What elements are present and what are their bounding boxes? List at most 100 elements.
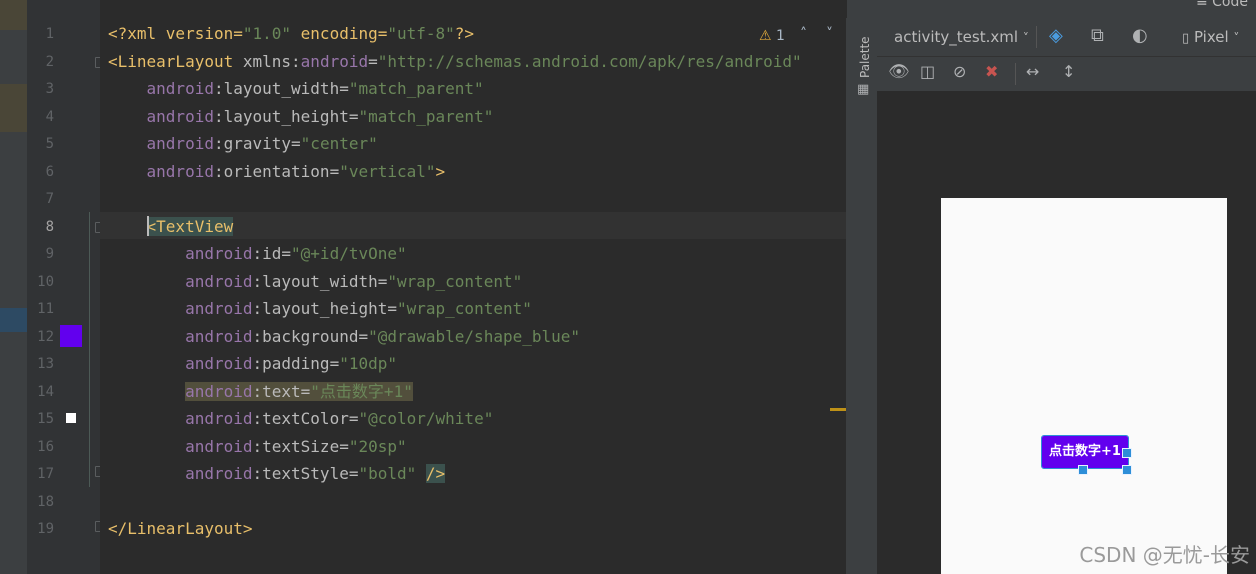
device-selector[interactable]: ▯ Pixel ˅ (1182, 28, 1239, 46)
code-token: android (108, 299, 253, 318)
code-line[interactable]: android:background="@drawable/shape_blue… (108, 326, 580, 348)
strip-marker (0, 84, 27, 132)
device-selector-label: Pixel (1193, 28, 1229, 46)
line-number: 17 (37, 466, 54, 482)
code-line[interactable]: android:layout_width="match_parent" (108, 78, 484, 100)
chevron-down-icon: ˅ (1233, 31, 1240, 45)
code-line[interactable]: android:padding="10dp" (108, 353, 397, 375)
resize-handle[interactable] (1122, 448, 1132, 458)
code-token: :textColor= (252, 409, 359, 428)
toolbar-separator (1015, 63, 1016, 85)
code-line[interactable]: android:orientation="vertical"> (108, 161, 446, 183)
code-line[interactable]: android:id="@+id/tvOne" (108, 243, 407, 265)
code-token: android (108, 79, 214, 98)
line-number: 15 (37, 411, 54, 427)
code-line[interactable]: <?xml version="1.0" encoding="utf-8"?> (108, 23, 474, 45)
code-token: :layout_height= (252, 299, 398, 318)
line-number: 14 (37, 383, 54, 400)
code-token: "@color/white" (358, 409, 494, 428)
line-number: 9 (45, 246, 54, 262)
view-options-icon[interactable]: 👁 (888, 62, 910, 82)
code-token: ?> (454, 24, 475, 43)
expand-horizontal-icon[interactable]: ↔ (1026, 62, 1039, 81)
code-line[interactable]: android:layout_width="wrap_content" (108, 271, 522, 293)
warning-stripe-marker[interactable] (830, 408, 846, 411)
menu-icon: ≡ (1195, 0, 1208, 10)
code-token: <?xml version= (108, 24, 243, 43)
code-token: android (185, 381, 253, 401)
orientation-icon[interactable]: ⧉ (1091, 25, 1104, 46)
resize-handle[interactable] (1078, 465, 1088, 475)
code-token: "wrap_content" (387, 271, 523, 291)
code-token: :gravity= (213, 134, 301, 153)
code-token: android (108, 464, 253, 483)
code-token: :textSize= (252, 436, 349, 456)
color-swatch-white[interactable] (66, 413, 76, 423)
code-token: <LinearLayout (108, 51, 234, 71)
code-line[interactable]: android:layout_height="wrap_content" (108, 298, 532, 320)
palette-tab[interactable]: Palette (858, 18, 872, 78)
code-line[interactable]: android:textSize="20sp" (108, 436, 407, 458)
code-line[interactable]: android:gravity="center" (108, 133, 378, 155)
file-selector[interactable]: activity_test.xml ˅ (894, 28, 1029, 46)
code-token: "10dp" (339, 354, 397, 373)
file-selector-label: activity_test.xml (894, 28, 1019, 46)
next-highlight-icon[interactable]: ˅ (826, 26, 833, 42)
code-token: :padding= (252, 354, 340, 373)
code-line[interactable]: android:layout_height="match_parent" (108, 106, 494, 128)
code-token: = (368, 51, 378, 71)
expand-vertical-icon[interactable]: ↕ (1062, 62, 1075, 81)
blueprint-icon[interactable]: ◫ (920, 62, 935, 81)
code-line[interactable]: android:text="点击数字+1" (108, 381, 413, 403)
code-line[interactable]: android:textColor="@color/white" (108, 408, 493, 430)
code-token: android (108, 244, 253, 263)
line-number: 7 (45, 191, 54, 207)
preview-textview[interactable]: 点击数字+1 (1041, 435, 1129, 469)
code-token: "match_parent" (358, 106, 494, 126)
line-number: 16 (37, 438, 54, 455)
code-token: :id= (252, 244, 292, 263)
code-token: :layout_width= (213, 79, 349, 98)
line-number: 4 (45, 108, 54, 125)
line-number: 13 (37, 356, 54, 372)
layers-icon[interactable]: ◈ (1049, 25, 1063, 46)
indent-guide (89, 212, 90, 487)
palette-strip (848, 18, 877, 574)
line-number: 19 (37, 521, 54, 537)
watermark: CSDN @无忧-长安 (1079, 543, 1250, 567)
code-token: :layout_width= (252, 271, 388, 291)
phone-icon: ▯ (1182, 31, 1190, 46)
disable-constraints-icon[interactable]: ⊘ (953, 62, 966, 81)
code-line[interactable]: </LinearLayout> (108, 518, 253, 540)
theme-icon[interactable]: ◐ (1132, 25, 1148, 46)
code-line[interactable]: <LinearLayout xmlns:android="http://sche… (108, 51, 802, 73)
line-number: 18 (37, 493, 54, 510)
code-token: android (108, 134, 214, 153)
toolbar-separator (1036, 26, 1037, 48)
code-line[interactable]: android:textStyle="bold" /> (108, 463, 446, 485)
line-number: 1 (45, 26, 54, 42)
previous-highlight-icon[interactable]: ˄ (800, 26, 807, 42)
code-token: "1.0" (242, 24, 292, 43)
text-caret (147, 216, 149, 236)
code-token: android (108, 436, 253, 456)
code-token: android (108, 161, 214, 181)
color-swatch-shape-blue[interactable] (60, 325, 82, 347)
code-mode-button[interactable]: ≡ Code (1196, 0, 1248, 10)
clear-constraints-icon[interactable]: ✖ (985, 62, 998, 81)
code-token: "wrap_content" (397, 299, 532, 318)
warning-count: 1 (776, 28, 785, 44)
inspection-warning[interactable]: ⚠ 1 (759, 28, 785, 44)
chevron-down-icon: ˅ (1022, 31, 1029, 45)
line-number: 12 (37, 328, 54, 345)
device-preview[interactable] (941, 198, 1227, 574)
code-token: "@+id/tvOne" (291, 244, 407, 263)
line-number: 6 (45, 163, 54, 180)
code-token: android (108, 409, 253, 428)
code-token: /> (425, 464, 446, 483)
code-line[interactable]: <TextView (108, 216, 234, 238)
resize-handle[interactable] (1122, 465, 1132, 475)
code-token: android (108, 354, 253, 373)
